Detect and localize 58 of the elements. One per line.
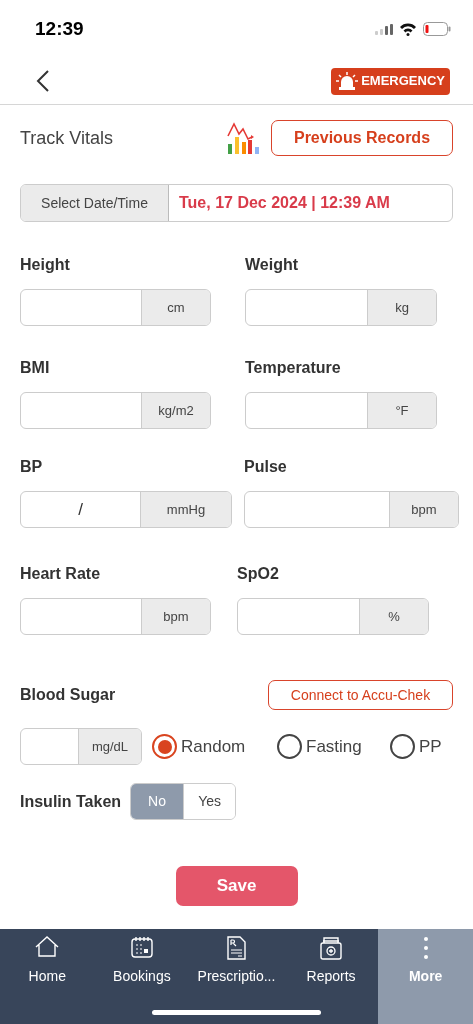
emergency-button[interactable]: EMERGENCY — [331, 67, 450, 95]
nav-tab[interactable]: Prescriptio... — [189, 929, 284, 1024]
radio-button[interactable] — [277, 734, 302, 759]
unit-label: bpm — [389, 492, 458, 527]
unit-label: mg/dL — [78, 729, 141, 764]
unit-label: kg — [367, 290, 436, 325]
date-time-field[interactable]: Select Date/Time Tue, 17 Dec 2024 | 12:39 AM — [20, 184, 453, 222]
date-time-value: Tue, 17 Dec 2024 | 12:39 AM — [178, 193, 390, 213]
radio-button[interactable] — [152, 734, 177, 759]
unit-label: cm — [141, 290, 210, 325]
date-time-label: Select Date/Time — [21, 185, 169, 221]
signal-icon — [375, 23, 393, 35]
radio-label: Fasting — [306, 735, 362, 758]
folder-plus-icon — [318, 935, 345, 961]
unit-label: kg/m2 — [141, 393, 210, 428]
toggle-option[interactable]: Yes — [183, 784, 236, 819]
field-label: Weight — [245, 255, 300, 275]
field-label: BMI — [20, 358, 51, 378]
chart-icon — [227, 122, 260, 154]
separator-text: / — [78, 498, 83, 521]
input-field[interactable]: cm — [20, 289, 211, 326]
unit-label: % — [359, 599, 428, 634]
unit-label: °F — [367, 393, 436, 428]
input-field[interactable]: kg/m2 — [20, 392, 211, 429]
input-field[interactable]: kg — [245, 289, 437, 326]
siren-icon — [336, 72, 359, 90]
input-field[interactable]: bpm — [244, 491, 459, 528]
input-field[interactable]: mg/dL — [20, 728, 142, 765]
unit-label: bpm — [141, 599, 210, 634]
calendar-icon — [128, 935, 155, 961]
radio-button[interactable] — [390, 734, 415, 759]
nav-tab[interactable]: Home — [0, 929, 95, 1024]
field-label: Blood Sugar — [20, 685, 116, 705]
field-label: SpO2 — [237, 564, 280, 584]
input-field[interactable]: bpm — [20, 598, 211, 635]
battery-icon — [423, 22, 451, 36]
field-label: Insulin Taken — [20, 791, 122, 812]
field-label: Heart Rate — [20, 564, 102, 584]
back-icon — [36, 69, 50, 93]
nav-tab[interactable]: Reports — [283, 929, 379, 1024]
page-title: Track Vitals — [20, 126, 115, 150]
input-field[interactable]: °F — [245, 392, 437, 429]
field-label: Temperature — [245, 358, 342, 378]
previous-records-button[interactable]: Previous Records — [271, 120, 453, 156]
radio-label: Random — [181, 735, 246, 758]
nav-tab[interactable]: Bookings — [94, 929, 190, 1024]
field-label: BP — [20, 457, 44, 477]
field-label: Height — [20, 255, 71, 275]
input-field[interactable]: / mmHg — [20, 491, 232, 528]
radio-label: PP — [419, 735, 442, 758]
unit-label: mmHg — [140, 492, 231, 527]
status-time: 12:39 — [35, 16, 84, 41]
more-icon — [423, 935, 428, 961]
connect-button[interactable]: Connect to Accu-Chek — [268, 680, 453, 710]
wifi-icon — [399, 22, 417, 36]
save-button[interactable]: Save — [175, 866, 298, 906]
field-label: Pulse — [244, 457, 288, 477]
input-field[interactable]: % — [237, 598, 429, 635]
